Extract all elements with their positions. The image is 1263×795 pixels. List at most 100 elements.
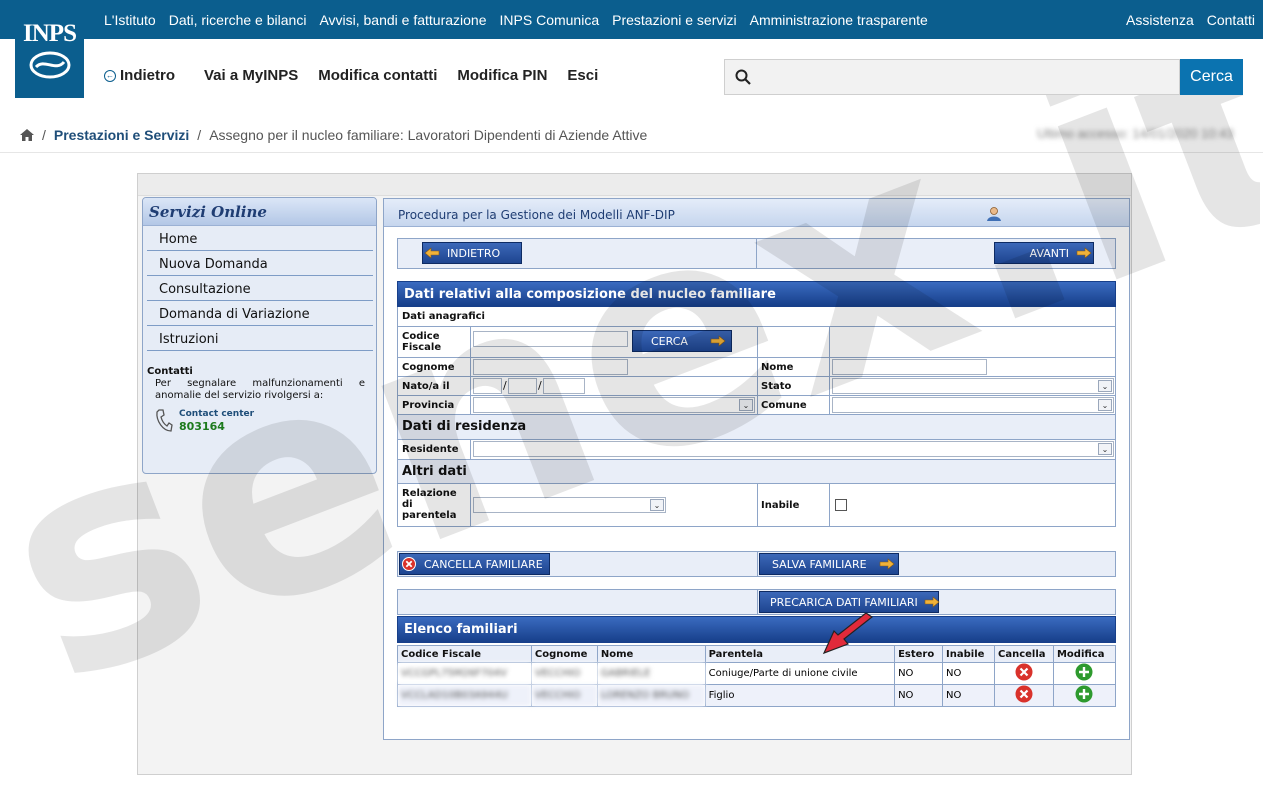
sidebar-item-istruzioni[interactable]: Istruzioni	[147, 326, 373, 351]
nav-myinps[interactable]: Vai a MyINPS	[204, 67, 298, 84]
salva-familiare-button[interactable]: SALVA FAMILIARE	[759, 553, 899, 575]
row-inabile: NO	[942, 684, 996, 707]
back-link[interactable]: ← Indietro	[104, 67, 175, 84]
contacts-text: Per segnalare malfunzionamenti e anomali…	[155, 378, 365, 401]
provincia-label: Provincia	[402, 400, 455, 411]
row-cancella-cell	[994, 684, 1054, 707]
giorno-input[interactable]	[473, 378, 502, 394]
nome-input[interactable]	[832, 359, 987, 375]
col-divider	[757, 327, 758, 357]
breadcrumb: / Prestazioni e Servizi / Assegno per il…	[20, 127, 647, 143]
sidebar-item-home[interactable]: Home	[147, 226, 373, 251]
nav-esci[interactable]: Esci	[567, 67, 598, 84]
col-estero: Estero	[894, 645, 944, 663]
row-parentela: Figlio	[704, 684, 896, 707]
contact-center-number: 803164	[179, 420, 225, 433]
cognome-label: Cognome	[402, 362, 455, 373]
step-nav-divider	[756, 239, 757, 268]
arrow-right-icon	[709, 334, 727, 348]
col-nome: Nome	[596, 645, 706, 663]
relazione-select[interactable]: ⌄	[473, 497, 666, 513]
col-codice-fiscale: Codice Fiscale	[397, 645, 532, 663]
relazione-row: Relazione di parentela ⌄ Inabile	[397, 484, 1116, 527]
cancella-familiare-button[interactable]: CANCELLA FAMILIARE	[399, 553, 550, 575]
phone-icon	[156, 409, 173, 432]
top-right-nav: Assistenza Contatti	[1126, 0, 1255, 39]
nav-dati-ricerche[interactable]: Dati, ricerche e bilanci	[169, 12, 307, 28]
col-divider	[470, 440, 471, 459]
chevron-down-icon: ⌄	[650, 499, 664, 511]
date-separator: /	[503, 379, 507, 392]
nav-contatti[interactable]: Contatti	[1207, 12, 1255, 28]
sidebar-item-nuova-domanda[interactable]: Nuova Domanda	[147, 251, 373, 276]
stato-label: Stato	[761, 381, 792, 392]
sidebar-item-consultazione[interactable]: Consultazione	[147, 276, 373, 301]
inabile-checkbox[interactable]	[835, 499, 847, 511]
breadcrumb-separator: /	[42, 127, 46, 143]
precarica-button[interactable]: PRECARICA DATI FAMILIARI	[759, 591, 940, 613]
breadcrumb-prestazioni[interactable]: Prestazioni e Servizi	[54, 127, 189, 143]
search-input[interactable]	[759, 62, 1174, 92]
delete-icon[interactable]	[1015, 663, 1033, 681]
anno-input[interactable]	[543, 378, 585, 394]
precarica-label: PRECARICA DATI FAMILIARI	[770, 595, 918, 609]
row-estero: NO	[894, 684, 944, 707]
col-cancella: Cancella	[994, 645, 1054, 663]
col-divider	[829, 358, 830, 376]
relazione-label: Relazione di parentela	[402, 488, 457, 521]
edit-plus-icon[interactable]	[1075, 685, 1093, 703]
search-icon	[735, 69, 751, 85]
nato-label: Nato/a il	[402, 381, 450, 392]
breadcrumb-current: Assegno per il nucleo familiare: Lavorat…	[209, 127, 648, 143]
avanti-button[interactable]: AVANTI	[994, 242, 1094, 264]
back-arrow-icon: ←	[104, 69, 116, 82]
user-icon[interactable]	[986, 206, 1002, 222]
row-modifica-cell	[1052, 662, 1117, 685]
nav-avvisi-bandi[interactable]: Avvisi, bandi e fatturazione	[319, 12, 486, 28]
search-button[interactable]: Cerca	[1180, 59, 1243, 95]
table-row: VCCLAD10B03A944U VECCHIO LORENZO BRUNO F…	[397, 684, 1117, 707]
cerca-label: CERCA	[651, 334, 688, 348]
cancella-label: CANCELLA FAMILIARE	[424, 557, 543, 571]
mese-input[interactable]	[508, 378, 537, 394]
edit-plus-icon[interactable]	[1075, 663, 1093, 681]
nav-prestazioni[interactable]: Prestazioni e servizi	[612, 12, 737, 28]
top-nav: L'Istituto Dati, ricerche e bilanci Avvi…	[104, 0, 928, 39]
nav-inps-comunica[interactable]: INPS Comunica	[500, 12, 600, 28]
nav-assistenza[interactable]: Assistenza	[1126, 12, 1194, 28]
last-access: Ultimo accesso: 14/01/2020 10:43	[1037, 126, 1234, 141]
codice-fiscale-input[interactable]	[473, 331, 628, 347]
stato-select[interactable]: ⌄	[832, 378, 1114, 394]
residente-row: Residente ⌄	[397, 440, 1116, 460]
nome-label: Nome	[761, 362, 794, 373]
sidebar-item-variazione[interactable]: Domanda di Variazione	[147, 301, 373, 326]
codice-fiscale-row: Codice Fiscale CERCA	[397, 327, 1116, 358]
step-nav-bar: INDIETRO AVANTI	[397, 238, 1116, 269]
col-divider	[829, 327, 830, 357]
inps-logo[interactable]: INPS	[15, 0, 84, 98]
delete-icon[interactable]	[1015, 685, 1033, 703]
breadcrumb-separator: /	[197, 127, 202, 143]
indietro-button[interactable]: INDIETRO	[422, 242, 522, 264]
nav-modifica-pin[interactable]: Modifica PIN	[457, 67, 547, 84]
row-nome: LORENZO BRUNO	[596, 684, 706, 707]
home-icon[interactable]	[20, 129, 34, 141]
codice-fiscale-label: Codice Fiscale	[402, 331, 442, 353]
arrow-right-icon	[878, 557, 896, 571]
cerca-button[interactable]: CERCA	[632, 330, 732, 352]
cognome-input[interactable]	[473, 359, 628, 375]
nav-istituto[interactable]: L'Istituto	[104, 12, 156, 28]
nav-modifica-contatti[interactable]: Modifica contatti	[318, 67, 437, 84]
indietro-label: INDIETRO	[447, 246, 501, 260]
contacts-title: Contatti	[147, 366, 193, 377]
actions-row: CANCELLA FAMILIARE SALVA FAMILIARE	[397, 551, 1116, 577]
comune-select[interactable]: ⌄	[832, 397, 1114, 413]
provincia-select[interactable]: ⌄	[473, 397, 755, 413]
col-divider	[829, 396, 830, 414]
table-header-row: Codice Fiscale Cognome Nome Parentela Es…	[397, 645, 1117, 663]
residente-select[interactable]: ⌄	[473, 441, 1114, 457]
cognome-row: Cognome Nome	[397, 358, 1116, 377]
nav-trasparente[interactable]: Amministrazione trasparente	[750, 12, 928, 28]
col-divider	[757, 396, 758, 414]
col-divider	[470, 327, 471, 357]
